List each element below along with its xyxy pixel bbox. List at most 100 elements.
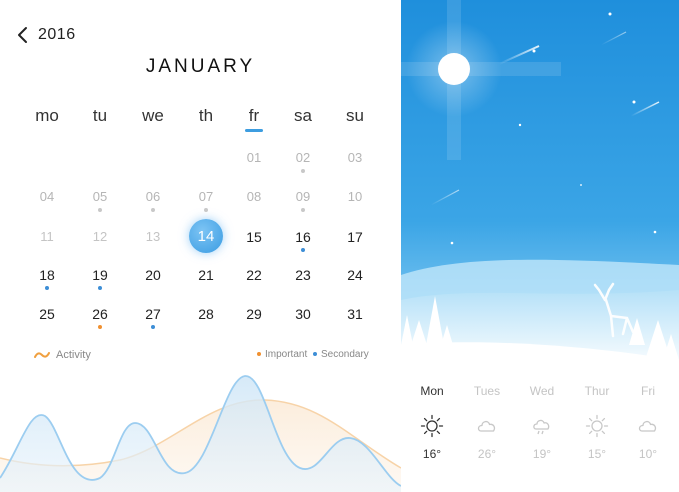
shooting-star <box>630 101 660 117</box>
day-cell[interactable]: 29 <box>229 300 279 328</box>
day-cell[interactable]: 16 <box>278 223 328 252</box>
day-cell[interactable]: 03 <box>330 144 380 172</box>
day-number: 02 <box>295 150 311 165</box>
sun <box>438 53 470 85</box>
star <box>608 12 612 16</box>
day-cell[interactable]: 30 <box>278 300 328 328</box>
day-number: 30 <box>295 306 311 322</box>
event-dot <box>151 325 155 329</box>
day-cell[interactable]: 27 <box>128 300 178 329</box>
day-cell[interactable]: 07 <box>181 183 231 212</box>
day-cell[interactable]: 02 <box>278 144 328 173</box>
forecast-temperature: 15° <box>587 447 607 461</box>
day-number: 23 <box>295 267 311 283</box>
day-cell[interactable]: 08 <box>229 183 279 211</box>
activity-wave-chart <box>0 375 401 492</box>
event-dot <box>204 208 208 212</box>
day-cell[interactable]: 05 <box>75 183 125 212</box>
day-number: 06 <box>145 189 161 204</box>
day-cell[interactable]: 18 <box>22 261 72 290</box>
day-number: 22 <box>246 267 262 283</box>
day-number: 09 <box>295 189 311 204</box>
day-cell[interactable]: 15 <box>229 223 279 251</box>
day-cell[interactable]: 12 <box>75 223 125 251</box>
event-dot <box>151 208 155 212</box>
secondary-label: Secondary <box>321 349 369 360</box>
forecast-day-label: Wed <box>529 384 555 398</box>
day-number: 26 <box>92 306 108 322</box>
forecast-temperature: 16° <box>422 447 442 461</box>
forecast-temperature: 10° <box>638 447 658 461</box>
day-number: 12 <box>92 229 108 244</box>
event-dot <box>301 169 305 173</box>
forecast-day-label: Fri <box>641 384 655 398</box>
day-number: 01 <box>246 150 262 165</box>
star <box>518 123 522 127</box>
day-cell[interactable]: 01 <box>229 144 279 172</box>
day-cell[interactable]: 24 <box>330 261 380 289</box>
day-cell[interactable]: 28 <box>181 300 231 328</box>
day-number: 31 <box>347 306 363 322</box>
day-number: 04 <box>39 189 55 204</box>
activity-legend: Activity <box>34 349 91 361</box>
day-cell[interactable]: 04 <box>22 183 72 211</box>
day-cell-today[interactable]: 14 <box>181 223 231 251</box>
day-number: 03 <box>347 150 363 165</box>
forecast-strip: Mon 16° Tues 26° Wed 19° Thur 15° Fri 10° <box>401 372 679 492</box>
sun-icon <box>585 414 609 438</box>
day-number: 08 <box>246 189 262 204</box>
day-number: 13 <box>145 229 161 244</box>
day-cell[interactable]: 17 <box>330 223 380 251</box>
activity-label-text: Activity <box>56 349 91 361</box>
shooting-star <box>498 45 540 65</box>
day-cell[interactable]: 23 <box>278 261 328 289</box>
day-cell[interactable]: 19 <box>75 261 125 290</box>
day-number: 05 <box>92 189 108 204</box>
weekday-sa: sa <box>294 106 312 125</box>
shooting-star <box>430 189 460 206</box>
year-label: 2016 <box>38 26 76 43</box>
day-cell[interactable]: 06 <box>128 183 178 212</box>
back-to-year-button[interactable]: 2016 <box>16 26 76 44</box>
event-dot <box>98 208 102 212</box>
day-number: 27 <box>145 306 161 322</box>
winter-night-illustration <box>401 0 679 372</box>
day-cell[interactable]: 13 <box>128 223 178 251</box>
day-number: 24 <box>347 267 363 283</box>
day-number: 15 <box>246 229 262 245</box>
secondary-legend: Secondary <box>313 349 369 360</box>
day-number: 28 <box>198 306 214 322</box>
forecast-day-label: Tues <box>473 384 501 398</box>
wave-icon <box>34 352 50 358</box>
day-cell[interactable]: 21 <box>181 261 231 289</box>
weekday-fr: fr <box>229 106 279 132</box>
day-number: 29 <box>246 306 262 322</box>
day-cell[interactable]: 26 <box>75 300 125 329</box>
weekday-su: su <box>346 106 364 125</box>
forecast-temperature: 26° <box>477 447 497 461</box>
day-cell[interactable]: 11 <box>22 223 72 251</box>
day-cell[interactable]: 10 <box>330 183 380 211</box>
day-number: 25 <box>39 306 55 322</box>
day-cell[interactable]: 22 <box>229 261 279 289</box>
important-legend: Important <box>257 349 307 360</box>
event-dot <box>98 325 102 329</box>
day-number: 20 <box>145 267 161 283</box>
rain-cloud-icon <box>530 414 554 438</box>
day-cell[interactable]: 25 <box>22 300 72 328</box>
day-cell[interactable]: 20 <box>128 261 178 289</box>
star <box>580 184 582 186</box>
star <box>653 230 657 234</box>
day-cell[interactable]: 09 <box>278 183 328 212</box>
chevron-left-icon <box>18 27 27 43</box>
weekday-mo: mo <box>35 106 59 125</box>
secondary-dot <box>313 352 317 357</box>
day-number: 14 <box>197 228 215 245</box>
weekday-we: we <box>142 106 164 125</box>
star <box>450 241 454 245</box>
day-number: 17 <box>347 229 363 245</box>
cloud-icon <box>636 414 660 438</box>
day-number: 07 <box>198 189 214 204</box>
calendar-panel: 2016 JANUARY mo tu we th fr sa su 01 02 03 04 05 06… <box>0 0 401 492</box>
day-cell[interactable]: 31 <box>330 300 380 328</box>
